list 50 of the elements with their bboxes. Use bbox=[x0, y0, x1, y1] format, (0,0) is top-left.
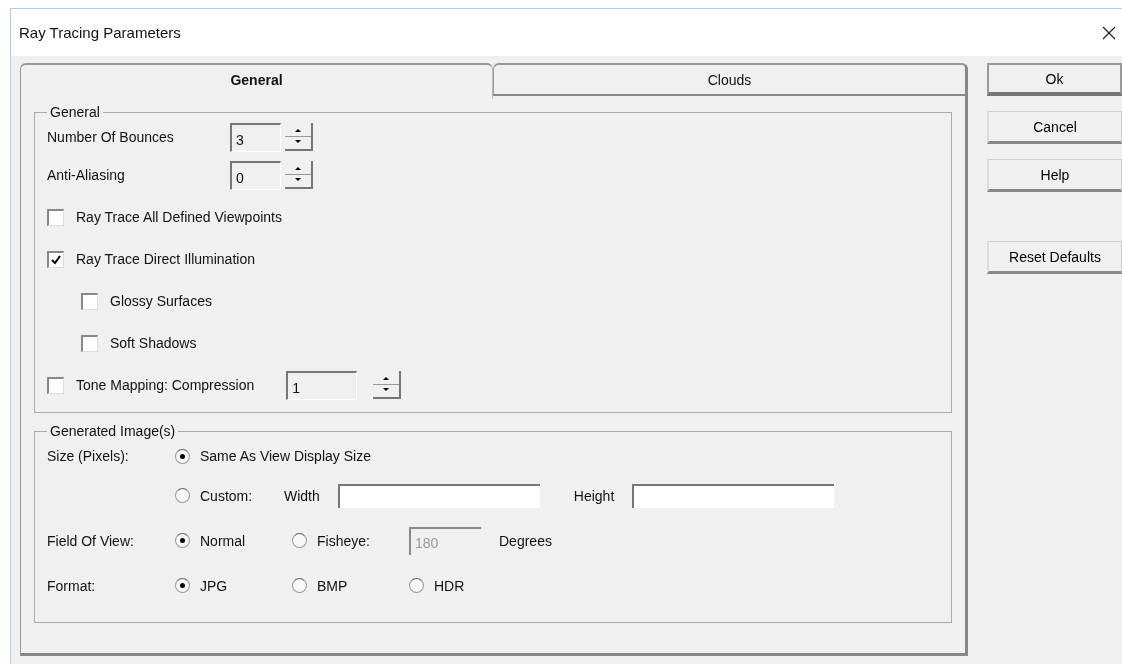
field-label: Format: bbox=[47, 577, 97, 594]
radio-label[interactable]: Normal bbox=[200, 532, 292, 549]
checkbox-label[interactable]: Tone Mapping: Compression bbox=[76, 377, 255, 393]
radio-label[interactable]: Same As View Display Size bbox=[200, 448, 371, 464]
radio-button[interactable] bbox=[175, 488, 190, 503]
radio-button[interactable] bbox=[292, 533, 307, 548]
window-title: Ray Tracing Parameters bbox=[19, 24, 181, 41]
field-label: Number Of Bounces bbox=[47, 129, 175, 145]
radio-button[interactable] bbox=[175, 448, 190, 464]
checkbox-label[interactable]: Glossy Surfaces bbox=[110, 293, 212, 309]
radio-label[interactable]: HDR bbox=[434, 577, 526, 594]
checkbox[interactable] bbox=[81, 334, 98, 352]
field-label: Width bbox=[284, 487, 320, 504]
spin-field[interactable]: 0 bbox=[230, 160, 281, 190]
up-down-arrows-icon[interactable] bbox=[295, 167, 301, 181]
checkbox[interactable] bbox=[47, 208, 64, 226]
radio-label[interactable]: BMP bbox=[317, 577, 409, 594]
checkbox[interactable] bbox=[81, 292, 98, 310]
field-label: Height bbox=[573, 487, 615, 504]
width-field[interactable] bbox=[337, 483, 540, 508]
spin-field[interactable]: 1 bbox=[286, 370, 358, 400]
checkbox[interactable] bbox=[47, 250, 64, 268]
unit-label: Degrees bbox=[499, 532, 552, 549]
field-label: Field Of View: bbox=[47, 532, 135, 549]
radio-button[interactable] bbox=[175, 578, 190, 593]
field-label: Anti-Aliasing bbox=[47, 167, 126, 183]
checkbox-label[interactable]: Ray Trace All Defined Viewpoints bbox=[76, 209, 282, 225]
spin-field[interactable]: 3 bbox=[230, 122, 281, 152]
tab[interactable]: General bbox=[20, 63, 493, 99]
radio-button[interactable] bbox=[292, 578, 307, 593]
checkbox-label[interactable]: Soft Shadows bbox=[110, 335, 197, 351]
dialog-button[interactable]: Reset Defaults bbox=[987, 241, 1122, 274]
radio-button[interactable] bbox=[175, 533, 190, 548]
radio-label[interactable]: JPG bbox=[200, 577, 292, 594]
radio-button[interactable] bbox=[409, 578, 424, 593]
up-down-arrows-icon[interactable] bbox=[295, 129, 301, 143]
radio-label[interactable]: Fisheye: bbox=[317, 532, 409, 549]
group-title: General bbox=[49, 104, 101, 120]
tab[interactable]: Clouds bbox=[493, 63, 968, 96]
dialog-button[interactable]: Help bbox=[987, 159, 1122, 192]
close-icon[interactable] bbox=[1102, 25, 1116, 40]
checkbox-label[interactable]: Ray Trace Direct Illumination bbox=[76, 251, 255, 267]
checkbox[interactable] bbox=[47, 376, 64, 394]
dialog-button[interactable]: Cancel bbox=[987, 111, 1122, 144]
radio-label[interactable]: Custom: bbox=[200, 487, 284, 504]
height-field[interactable] bbox=[632, 483, 835, 508]
field-label: Size (Pixels): bbox=[47, 448, 130, 464]
dialog-button[interactable]: Ok bbox=[987, 63, 1122, 96]
up-down-arrows-icon[interactable] bbox=[383, 377, 390, 391]
group-title: Generated Image(s) bbox=[49, 423, 177, 439]
